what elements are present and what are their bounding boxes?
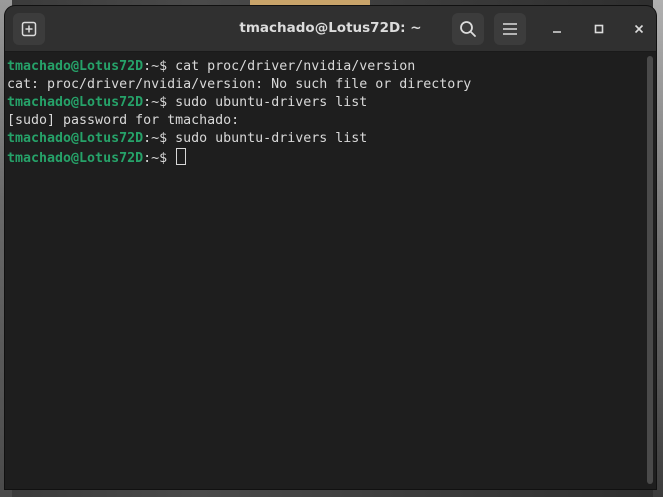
search-icon bbox=[460, 21, 476, 37]
close-icon bbox=[634, 24, 644, 34]
hamburger-menu-icon bbox=[503, 23, 517, 35]
scrollbar[interactable] bbox=[645, 52, 655, 489]
terminal-prompt-line: tmachado@Lotus72D:~$ sudo ubuntu-drivers… bbox=[7, 94, 645, 112]
command-text: sudo ubuntu-drivers list bbox=[175, 95, 368, 110]
search-button[interactable] bbox=[452, 13, 484, 45]
output-text: cat: proc/driver/nvidia/version: No such… bbox=[7, 77, 472, 92]
command-text: cat proc/driver/nvidia/version bbox=[175, 59, 416, 74]
terminal-prompt-line: tmachado@Lotus72D:~$ bbox=[7, 148, 645, 166]
command-text: sudo ubuntu-drivers list bbox=[175, 131, 368, 146]
text-cursor bbox=[176, 148, 187, 165]
prompt-path-symbol: :~$ bbox=[143, 59, 176, 74]
titlebar: tmachado@Lotus72D: ~ bbox=[5, 6, 656, 52]
prompt-user-host: tmachado@Lotus72D bbox=[7, 151, 144, 166]
prompt-user-host: tmachado@Lotus72D bbox=[7, 59, 144, 74]
new-tab-icon bbox=[21, 21, 37, 37]
terminal-prompt-line: tmachado@Lotus72D:~$ cat proc/driver/nvi… bbox=[7, 58, 645, 76]
terminal-output[interactable]: tmachado@Lotus72D:~$ cat proc/driver/nvi… bbox=[7, 52, 645, 489]
new-tab-button[interactable] bbox=[13, 13, 45, 45]
maximize-button[interactable] bbox=[583, 13, 615, 45]
prompt-path-symbol: :~$ bbox=[143, 131, 176, 146]
close-button[interactable] bbox=[623, 13, 655, 45]
minimize-icon bbox=[553, 31, 561, 33]
prompt-user-host: tmachado@Lotus72D bbox=[7, 95, 144, 110]
maximize-icon bbox=[594, 24, 604, 34]
output-text: [sudo] password for tmachado: bbox=[7, 113, 240, 128]
minimize-button[interactable] bbox=[541, 13, 573, 45]
terminal-output-line: cat: proc/driver/nvidia/version: No such… bbox=[7, 76, 645, 94]
prompt-user-host: tmachado@Lotus72D bbox=[7, 131, 144, 146]
menu-button[interactable] bbox=[494, 13, 526, 45]
terminal-prompt-line: tmachado@Lotus72D:~$ sudo ubuntu-drivers… bbox=[7, 130, 645, 148]
terminal-output-line: [sudo] password for tmachado: bbox=[7, 112, 645, 130]
prompt-path-symbol: :~$ bbox=[143, 95, 176, 110]
terminal-window: tmachado@Lotus72D: ~ tmachado@Lotus72D:~… bbox=[5, 6, 656, 489]
scrollbar-thumb[interactable] bbox=[647, 56, 653, 484]
prompt-path-symbol: :~$ bbox=[143, 151, 176, 166]
